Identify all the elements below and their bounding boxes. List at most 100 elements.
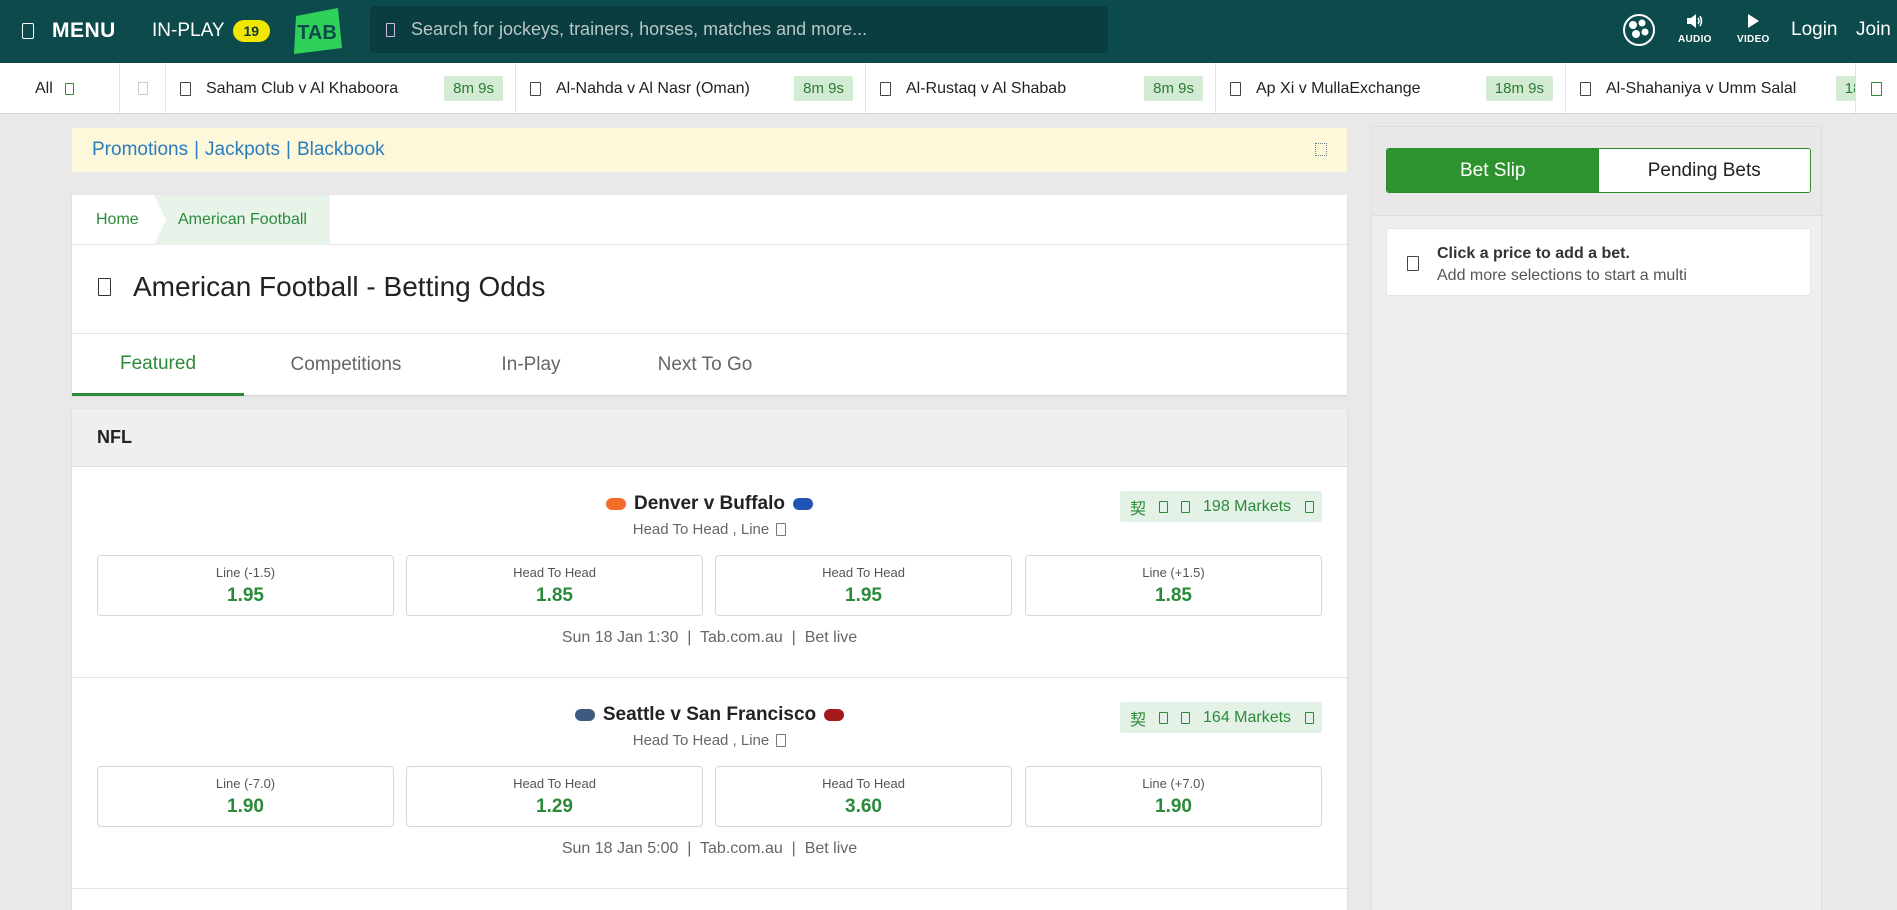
- tab-bet-slip[interactable]: Bet Slip: [1387, 149, 1599, 192]
- betslip-body: Click a price to add a bet. Add more sel…: [1371, 216, 1822, 910]
- sport-icon: [1580, 81, 1591, 96]
- match-subtitle: Head To Head , Line: [72, 521, 1347, 538]
- tv-icon: [1181, 711, 1191, 724]
- nfl-section: NFL Denver v Buffalo Head To Head , Line…: [72, 409, 1347, 910]
- title-card: Home American Football American Football…: [72, 195, 1347, 396]
- match-card: Seattle v San Francisco Head To Head , L…: [72, 678, 1347, 889]
- ticker-scroll-button[interactable]: [1855, 63, 1897, 113]
- price-label: Head To Head: [822, 565, 905, 580]
- team-logo-icon: [606, 498, 626, 510]
- ticker-item[interactable]: Ap Xi v MullaExchange 18m 9s: [1216, 63, 1566, 113]
- page-title-text: American Football - Betting Odds: [133, 271, 546, 302]
- price-label: Head To Head: [513, 565, 596, 580]
- tab-next-to-go[interactable]: Next To Go: [614, 334, 796, 396]
- ticker-item-name: Saham Club v Al Khaboora: [206, 79, 399, 97]
- audio-button[interactable]: AUDIO: [1678, 12, 1712, 45]
- ticker-filter-all[interactable]: All: [0, 63, 120, 113]
- tab-featured[interactable]: Featured: [72, 334, 244, 396]
- search-placeholder: Search for jockeys, trainers, horses, ma…: [411, 19, 868, 39]
- price-button[interactable]: Head To Head 1.95: [715, 555, 1012, 616]
- match-channel: Tab.com.au: [700, 840, 783, 857]
- betslip-header: Bet Slip Pending Bets: [1371, 126, 1822, 216]
- ticker-item-time: 8m 9s: [1144, 76, 1203, 101]
- stats-icon: [1159, 711, 1169, 724]
- join-link[interactable]: Join: [1856, 19, 1891, 41]
- tab-inplay[interactable]: In-Play: [448, 334, 614, 396]
- tab-logo[interactable]: TAB: [292, 8, 342, 54]
- tab-pending-bets[interactable]: Pending Bets: [1598, 149, 1810, 192]
- ticker-item-name: Al-Rustaq v Al Shabab: [906, 79, 1067, 97]
- chevron-right-icon: [1305, 500, 1315, 513]
- ticker-item-name: Al-Nahda v Al Nasr (Oman): [556, 79, 750, 97]
- ticker-item-time: 8m 9s: [444, 76, 503, 101]
- ticker-item-time: 18m 9s: [1485, 76, 1553, 101]
- tab-competitions[interactable]: Competitions: [244, 334, 448, 396]
- match-meta: Sun 18 Jan 1:30 | Tab.com.au | Bet live: [561, 629, 858, 646]
- inplay-ticker: All Saham Club v Al Khaboora 8m 9s Al-Na…: [0, 63, 1897, 114]
- video-button[interactable]: VIDEO: [1737, 12, 1770, 45]
- menu-button[interactable]: MENU: [22, 18, 116, 44]
- breadcrumb-current[interactable]: American Football: [154, 195, 330, 245]
- match-date: Sun 18 Jan 1:30: [561, 629, 679, 646]
- sport-icon: [137, 82, 148, 95]
- ticker-item[interactable]: Saham Club v Al Khaboora 8m 9s: [166, 63, 516, 113]
- jackpots-link[interactable]: Jackpots: [205, 139, 280, 161]
- top-header: MENU IN-PLAY 19 TAB Search for jockeys, …: [0, 0, 1897, 63]
- inplay-button[interactable]: IN-PLAY 19: [152, 18, 271, 44]
- chevron-right-icon: [1305, 711, 1315, 724]
- match-card: Denver v Buffalo Head To Head , Line 契 1…: [72, 467, 1347, 678]
- price-button[interactable]: Line (+1.5) 1.85: [1025, 555, 1322, 616]
- price-value: 1.90: [227, 796, 264, 817]
- ticker-sport-filter[interactable]: [120, 63, 166, 113]
- team-logo-icon: [792, 498, 813, 510]
- betslip-empty-subtitle: Add more selections to start a multi: [1437, 267, 1687, 284]
- sport-icon: [880, 81, 891, 96]
- betslip-tabs: Bet Slip Pending Bets: [1386, 148, 1811, 193]
- promotions-link[interactable]: Promotions: [92, 139, 188, 161]
- markets-button[interactable]: 契 198 Markets: [1120, 491, 1322, 522]
- sis-racing-button[interactable]: [1622, 13, 1656, 47]
- info-icon: [776, 734, 787, 747]
- match-name: Denver v Buffalo: [634, 493, 785, 514]
- ticker-item[interactable]: Al-Rustaq v Al Shabab 8m 9s: [866, 63, 1216, 113]
- same-game-multi-icon: 契: [1130, 500, 1147, 518]
- markets-button[interactable]: 契 164 Markets: [1120, 702, 1322, 733]
- ticker-item-name: Ap Xi v MullaExchange: [1256, 79, 1421, 97]
- play-icon: [1748, 14, 1760, 28]
- match-market-types: Head To Head , Line: [632, 732, 770, 749]
- promo-bar: Promotions | Jackpots | Blackbook: [72, 128, 1347, 172]
- speaker-icon: [1686, 14, 1703, 28]
- blackbook-link[interactable]: Blackbook: [297, 139, 385, 161]
- price-button[interactable]: Line (+7.0) 1.90: [1025, 766, 1322, 827]
- tv-icon: [1181, 500, 1191, 513]
- price-value: 1.95: [227, 585, 264, 606]
- breadcrumb: Home American Football: [72, 195, 1347, 245]
- match-name: Seattle v San Francisco: [602, 704, 817, 725]
- promo-separator: |: [194, 139, 200, 160]
- info-icon: [776, 523, 787, 536]
- ticker-item[interactable]: Al-Shahaniya v Umm Salal 18m 9s: [1566, 63, 1897, 113]
- login-link[interactable]: Login: [1791, 19, 1838, 41]
- price-value: 1.85: [536, 585, 573, 606]
- price-label: Line (+7.0): [1142, 776, 1205, 791]
- price-button[interactable]: Head To Head 1.85: [406, 555, 703, 616]
- search-input[interactable]: Search for jockeys, trainers, horses, ma…: [370, 6, 1108, 53]
- video-label: VIDEO: [1737, 34, 1770, 45]
- price-button[interactable]: Line (-1.5) 1.95: [97, 555, 394, 616]
- close-icon[interactable]: [1315, 143, 1327, 156]
- promo-separator: |: [286, 139, 291, 160]
- american-football-icon: [98, 278, 111, 296]
- price-label: Line (+1.5): [1142, 565, 1205, 580]
- price-label: Head To Head: [513, 776, 596, 791]
- betslip-empty-message: Click a price to add a bet. Add more sel…: [1386, 228, 1811, 296]
- betslip-empty-title: Click a price to add a bet.: [1437, 245, 1630, 262]
- ticker-item-time: 8m 9s: [794, 76, 853, 101]
- ticker-item[interactable]: Al-Nahda v Al Nasr (Oman) 8m 9s: [516, 63, 866, 113]
- price-button[interactable]: Head To Head 1.29: [406, 766, 703, 827]
- breadcrumb-home[interactable]: Home: [72, 195, 154, 245]
- match-subtitle: Head To Head , Line: [72, 732, 1347, 749]
- price-button[interactable]: Head To Head 3.60: [715, 766, 1012, 827]
- price-value: 1.29: [536, 796, 573, 817]
- markets-count: 198 Markets: [1203, 497, 1292, 515]
- price-button[interactable]: Line (-7.0) 1.90: [97, 766, 394, 827]
